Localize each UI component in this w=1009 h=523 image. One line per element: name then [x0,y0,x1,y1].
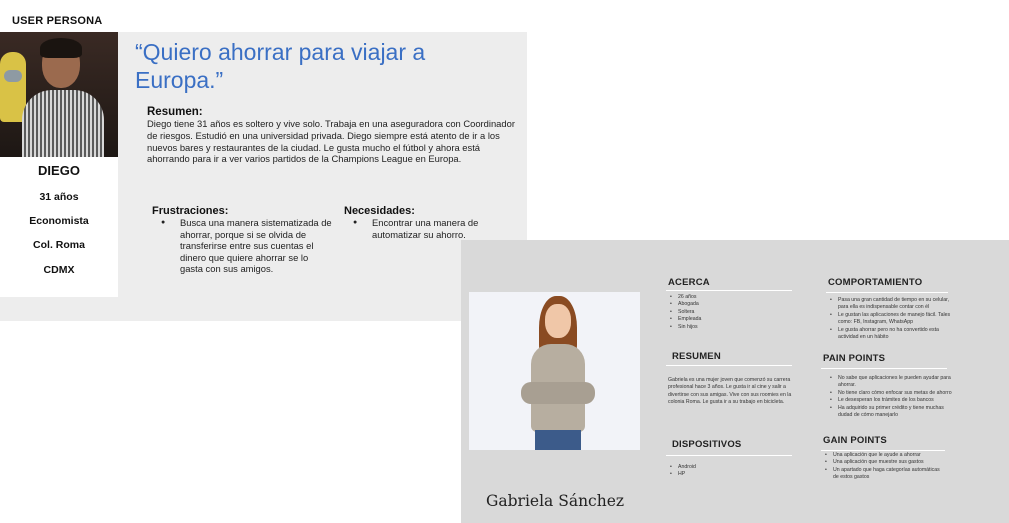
summary-text-gabriela: Gabriela es una mujer joven que comenzó … [668,377,792,406]
persona-neighborhood: Col. Roma [33,239,85,251]
list-item: Le gustan las aplicaciones de manejo fác… [828,312,952,327]
list-item: No tiene claro cómo enfocar sus metas de… [828,390,954,398]
summary-heading-gabriela: RESUMEN [672,351,721,362]
summary-text: Diego tiene 31 años es soltero y vive so… [147,118,515,165]
divider [826,292,948,293]
list-item: Empleada [668,316,788,324]
divider [666,290,792,291]
divider [821,368,947,369]
frustrations-list: Busca una manera sistematizada de ahorra… [152,217,332,275]
persona-age: 31 años [39,191,79,203]
needs-heading: Necesidades: [344,205,415,217]
list-item: Pasa una gran cantidad de tiempo en su c… [828,297,952,312]
gain-points-list: Una aplicación que le ayude a ahorrar Un… [823,452,943,482]
list-item: 26 años [668,294,788,302]
persona-city: CDMX [43,264,75,276]
divider [821,450,945,451]
list-item: Busca una manera sistematizada de ahorra… [152,217,332,275]
persona-name: DIEGO [38,163,80,178]
pain-points-list: No sabe que aplicaciones le pueden ayuda… [828,375,954,419]
list-item: HP [668,471,788,479]
devices-heading: DISPOSITIVOS [672,439,742,450]
persona-photo-diego [0,32,118,157]
list-item: Android [668,464,788,472]
list-item: Una aplicación que le ayude a ahorrar [823,452,943,460]
divider [666,455,792,456]
list-item: Una aplicación que muestre sus gastos [823,459,943,467]
list-item: Encontrar una manera de automatizar su a… [344,217,504,240]
list-item: Le gusta ahorrar pero no ha convertido e… [828,327,952,342]
list-item: No sabe que aplicaciones le pueden ayuda… [828,375,954,390]
behavior-heading: COMPORTAMIENTO [828,277,923,288]
list-item: Un apartado que haga categorías automáti… [823,467,943,482]
list-item: Sin hijos [668,324,788,332]
devices-list: Android HP [668,464,788,479]
list-item: Abogada [668,301,788,309]
gain-points-heading: GAIN POINTS [823,435,887,446]
list-item: Le desesperan los trámites de los bancos [828,397,954,405]
needs-list: Encontrar una manera de automatizar su a… [344,217,504,240]
persona-photo-gabriela [469,292,640,450]
persona-quote: “Quiero ahorrar para viajar a Europa.” [135,39,426,93]
pain-points-heading: PAIN POINTS [823,353,886,364]
frustrations-heading: Frustraciones: [152,205,229,217]
behavior-list: Pasa una gran cantidad de tiempo en su c… [828,297,952,341]
list-item: Soltera [668,309,788,317]
persona-name-gabriela: Gabriela Sánchez [486,492,625,510]
slide-title: USER PERSONA [12,15,103,27]
divider [666,365,792,366]
about-list: 26 años Abogada Soltera Empleada Sin hij… [668,294,788,331]
summary-heading: Resumen: [147,106,203,118]
list-item: Ha adquirido su primer crédito y tiene m… [828,405,954,420]
persona-occupation: Economista [29,215,89,227]
about-heading: ACERCA [668,277,710,288]
